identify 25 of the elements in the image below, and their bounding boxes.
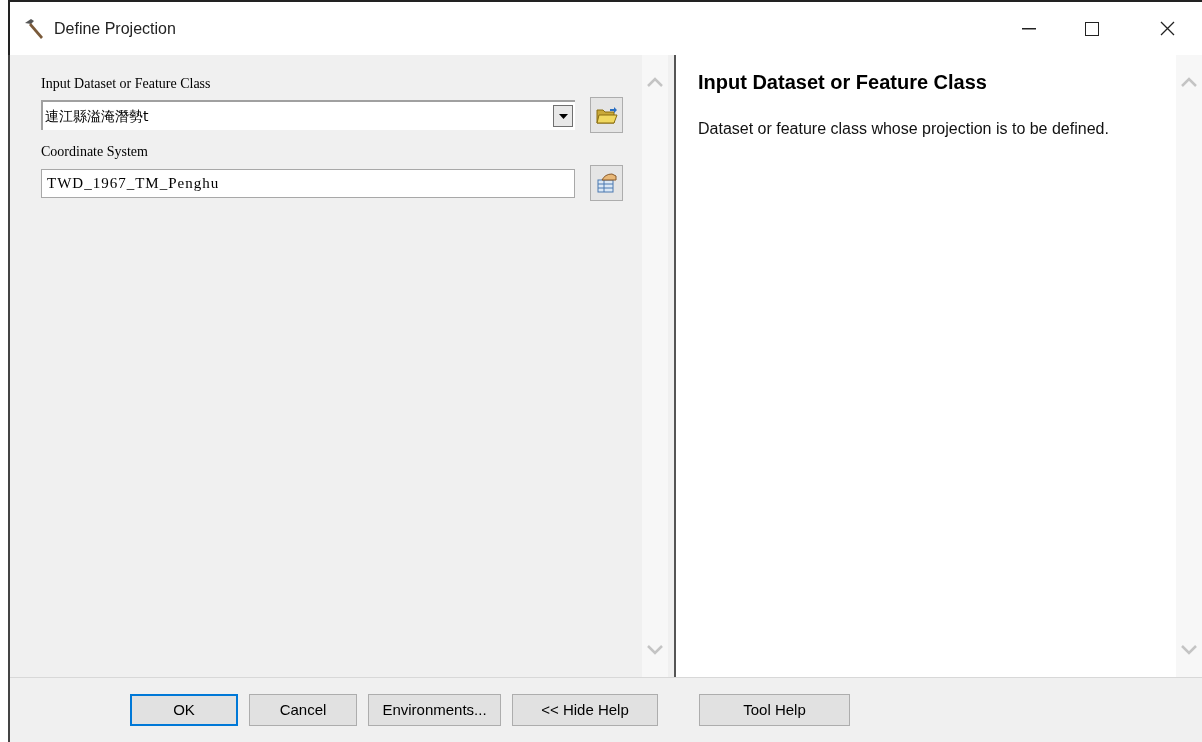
dataset-dropdown[interactable]: 連江縣溢淹潛勢t <box>41 100 575 130</box>
help-text: Dataset or feature class whose projection is to be defined. <box>698 119 1110 139</box>
minimize-icon <box>1022 27 1036 30</box>
close-icon <box>1159 21 1175 36</box>
help-title: Input Dataset or Feature Class <box>698 70 988 95</box>
browse-button[interactable] <box>590 97 623 133</box>
maximize-icon <box>1085 21 1099 36</box>
scroll-up-icon[interactable] <box>1181 77 1197 87</box>
scrollbar[interactable] <box>642 55 668 677</box>
scroll-down-icon[interactable] <box>1181 645 1197 655</box>
scrollbar[interactable] <box>1176 55 1202 677</box>
dialog-button[interactable]: Environments... <box>368 694 501 726</box>
coordinate-system-field[interactable]: TWD_1967_TM_Penghu <box>41 168 575 198</box>
dialog-button[interactable]: Cancel <box>249 694 357 726</box>
open-folder-icon <box>595 105 618 125</box>
field-label: Input Dataset or Feature Class <box>41 75 212 93</box>
field-label: Coordinate System <box>41 143 149 161</box>
dialog-button[interactable]: Tool Help <box>699 694 850 726</box>
window-title: Define Projection <box>54 18 176 39</box>
table-hand-icon <box>595 172 618 194</box>
scroll-down-icon[interactable] <box>647 645 663 655</box>
scroll-up-icon[interactable] <box>647 77 663 87</box>
dialog-button[interactable]: OK <box>130 694 238 726</box>
coordinate-properties-button[interactable] <box>590 165 623 201</box>
dialog-button[interactable]: << Hide Help <box>512 694 658 726</box>
